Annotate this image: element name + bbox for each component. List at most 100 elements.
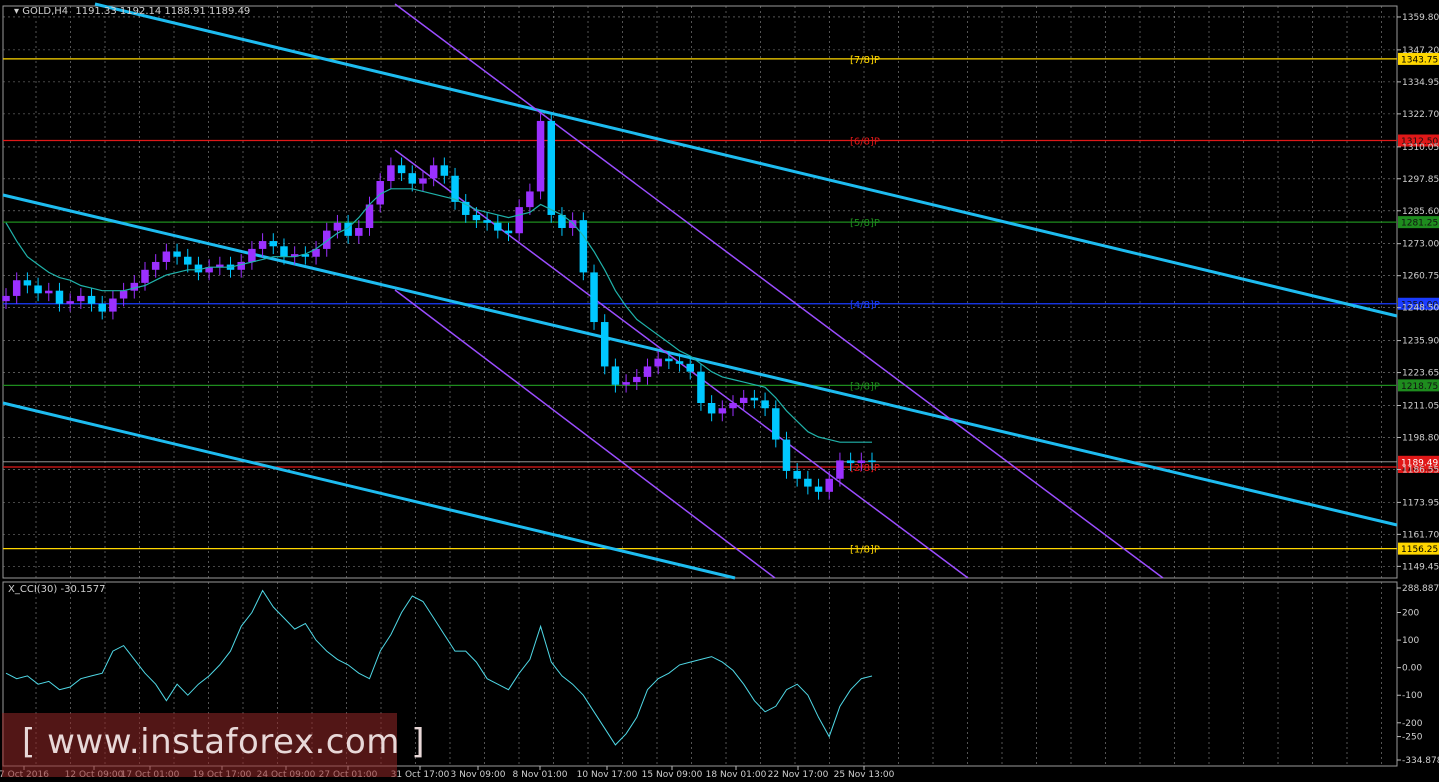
candle-body	[547, 120, 556, 215]
candle-body	[697, 371, 705, 404]
candle-body	[429, 165, 438, 179]
candle-body	[772, 408, 780, 440]
cci-label: X_CCI(30) -30.1577	[8, 584, 105, 595]
cci-level-label: -334.8787	[1402, 756, 1439, 766]
candle-body	[504, 230, 513, 234]
candle-body	[258, 241, 267, 249]
candle-body	[451, 175, 459, 202]
price-tick-label: 1235.90	[1402, 337, 1439, 347]
candle-body	[119, 290, 128, 299]
price-tick-label: 1149.45	[1402, 562, 1439, 572]
symbol-label: GOLD,H4	[22, 6, 68, 17]
candle-body	[526, 191, 534, 208]
candle-body	[408, 173, 417, 184]
cci-level-label: 200	[1402, 609, 1419, 619]
candle-body	[2, 295, 10, 302]
candle-body	[23, 280, 32, 286]
candle-body	[665, 358, 673, 362]
candle-body	[98, 303, 106, 312]
candle-body	[387, 165, 395, 181]
candle-body	[825, 478, 833, 492]
price-tick-label: 1211.05	[1402, 401, 1439, 411]
candle-body	[130, 282, 139, 291]
candle-body	[590, 272, 598, 323]
candle-body	[109, 298, 117, 312]
chart-header: ▾ GOLD,H4 1191.33 1192.14 1188.91 1189.4…	[14, 6, 250, 17]
price-tick-label: 1359.80	[1402, 13, 1439, 23]
price-tick-label: 1248.50	[1402, 304, 1439, 314]
time-tick-label: 22 Nov 17:00	[768, 770, 829, 780]
candle-body	[151, 261, 160, 270]
murrey-price-label: 1156.25	[1401, 545, 1438, 555]
candle-body	[857, 460, 866, 464]
candle-body	[718, 408, 727, 414]
candle-body	[34, 285, 42, 294]
candle-body	[237, 261, 245, 270]
gold-h4-chart[interactable]: [7/8]P 1343.75[6/8]P 1312.50[5/8]P 1281.25[…	[0, 0, 1439, 782]
candle-body	[814, 486, 823, 492]
candle-body	[12, 280, 21, 296]
price-tick-label: 1223.65	[1402, 369, 1439, 379]
time-tick-label: 25 Nov 13:00	[834, 770, 895, 780]
cci-level-label: 288.8871	[1402, 584, 1439, 594]
candle-body	[77, 295, 85, 302]
candle-body	[686, 363, 694, 372]
candle-body	[611, 366, 620, 385]
candle-body	[494, 222, 502, 231]
candle-body	[846, 460, 855, 464]
price-tick-label: 1322.70	[1402, 110, 1439, 120]
candle-body	[761, 400, 769, 409]
price-tick-label: 1260.75	[1402, 272, 1439, 282]
candle-body	[868, 460, 876, 462]
ohlc-values: 1191.33 1192.14 1188.91 1189.49	[75, 6, 250, 17]
dropdown-arrow-icon[interactable]: ▾	[14, 6, 22, 17]
candle-body	[162, 251, 171, 262]
candle-body	[739, 397, 748, 404]
candle-body	[536, 120, 545, 192]
chart-background	[0, 0, 1439, 782]
candle-body	[248, 248, 256, 262]
candle-body	[782, 439, 791, 471]
candle-body	[483, 220, 491, 223]
price-tick-label: 1161.70	[1402, 530, 1439, 540]
candle-body	[707, 403, 716, 414]
candle-body	[355, 228, 363, 236]
candle-body	[397, 165, 406, 174]
candle-body	[280, 246, 288, 257]
candle-body	[333, 222, 342, 231]
candle-body	[729, 403, 737, 409]
candle-body	[633, 376, 641, 383]
candle-body	[600, 322, 609, 367]
price-tick-label: 1297.85	[1402, 175, 1439, 185]
candle-body	[419, 178, 427, 184]
murrey-label: [4/8]P	[850, 300, 880, 311]
murrey-label: [3/8]P	[850, 381, 880, 392]
candle-body	[55, 290, 64, 304]
cci-level-label: 100	[1402, 636, 1419, 646]
price-tick-label: 1173.95	[1402, 498, 1439, 508]
candle-body	[194, 264, 203, 273]
murrey-label: [5/8]P	[850, 218, 880, 229]
candle-body	[579, 220, 588, 273]
candle-body	[804, 478, 812, 487]
time-tick-label: 15 Nov 09:00	[642, 770, 703, 780]
candle-body	[836, 460, 844, 479]
candle-body	[269, 241, 278, 247]
cci-level-label: -100	[1402, 691, 1423, 701]
time-tick-label: 18 Nov 01:00	[706, 770, 767, 780]
price-tick-label: 1310.05	[1402, 143, 1439, 153]
time-tick-label: 10 Nov 17:00	[577, 770, 638, 780]
candle-body	[87, 295, 96, 304]
murrey-price-label: 1281.25	[1401, 219, 1438, 229]
cci-level-label: -200	[1402, 719, 1423, 729]
cci-level-label: -250	[1402, 733, 1423, 743]
candle-body	[654, 358, 662, 367]
candle-body	[472, 214, 481, 221]
price-tick-label: 1334.95	[1402, 78, 1439, 88]
murrey-label: [7/8]P	[850, 55, 880, 66]
murrey-label: [2/8]P	[850, 463, 880, 474]
cci-level-label: 0.00	[1402, 664, 1422, 674]
price-tick-label: 1186.55	[1402, 465, 1439, 475]
candle-body	[66, 301, 74, 304]
time-tick-label: 31 Oct 17:00	[391, 770, 450, 780]
